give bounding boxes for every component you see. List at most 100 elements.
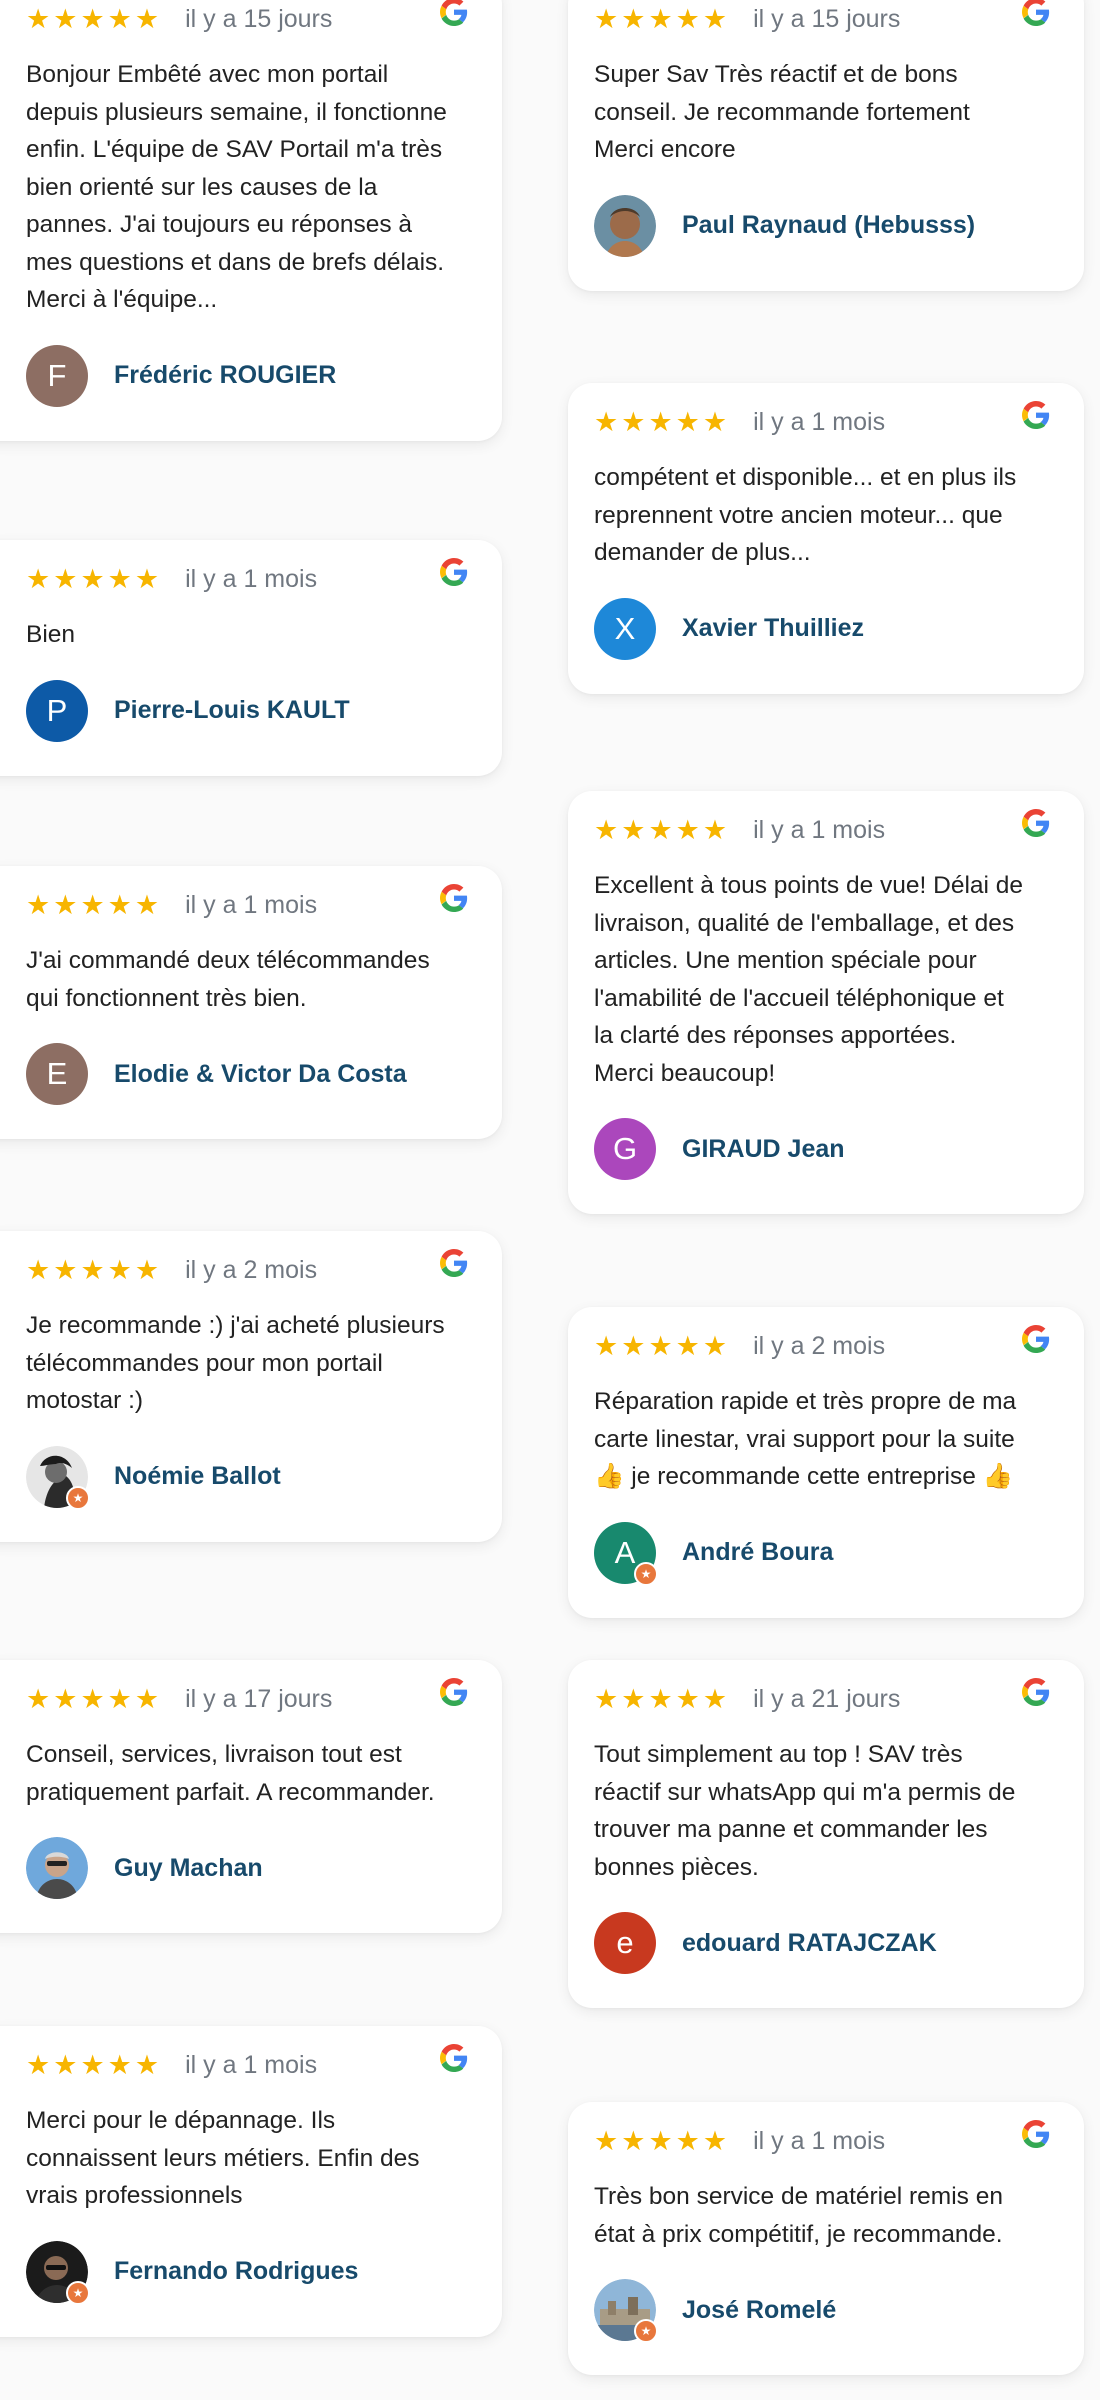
star-icon: ★ xyxy=(26,890,51,920)
avatar[interactable]: P xyxy=(26,679,88,742)
author-name[interactable]: José Romelé xyxy=(682,2296,836,2325)
star-icon: ★ xyxy=(648,815,673,845)
google-icon[interactable] xyxy=(1022,2120,1050,2148)
star-icon: ★ xyxy=(80,1255,105,1285)
avatar[interactable]: E xyxy=(26,1043,88,1105)
review-date: il y a 1 mois xyxy=(753,2127,886,2155)
star-icon: ★ xyxy=(594,2126,619,2156)
author-name[interactable]: Paul Raynaud (Hebusss) xyxy=(682,211,975,240)
star-icon: ★ xyxy=(26,564,51,594)
avatar[interactable] xyxy=(594,194,656,257)
star-rating: ★ ★ ★ ★ ★ xyxy=(594,407,727,437)
local-guide-badge-icon: ★ xyxy=(66,1485,90,1510)
review-date: il y a 1 mois xyxy=(185,891,318,919)
review-text: Bien xyxy=(26,621,76,648)
author-name[interactable]: Xavier Thuilliez xyxy=(682,614,864,643)
review-date: il y a 17 jours xyxy=(185,1685,333,1713)
star-icon: ★ xyxy=(675,407,700,437)
avatar-initial: F xyxy=(47,357,67,393)
review-date: il y a 1 mois xyxy=(185,2051,318,2079)
star-icon: ★ xyxy=(702,1684,728,1714)
star-icon: ★ xyxy=(621,815,646,845)
review-text: J'ai commandé deux télécommandes qui fon… xyxy=(26,947,430,1012)
author-name[interactable]: Guy Machan xyxy=(114,1854,263,1883)
author-name[interactable]: Elodie & Victor Da Costa xyxy=(114,1060,407,1089)
star-icon: ★ xyxy=(53,1255,78,1285)
star-rating: ★ ★ ★ ★ ★ xyxy=(26,890,159,920)
star-rating: ★ ★ ★ ★ ★ xyxy=(594,815,728,845)
author-name[interactable]: André Boura xyxy=(682,1538,833,1567)
author-name[interactable]: Noémie Ballot xyxy=(114,1462,281,1491)
star-icon: ★ xyxy=(134,1255,160,1285)
review-meta: ★ ★ ★ ★ ★ il y a 1 mois xyxy=(594,809,1050,845)
review-text: Très bon service de matériel remis en ét… xyxy=(594,2183,1003,2248)
google-icon[interactable] xyxy=(1022,1325,1050,1353)
review-card: ★ ★ ★ ★ ★ il y a 2 mois Réparation rapide et… xyxy=(568,1307,1084,1618)
star-rating: ★ ★ ★ ★ ★ xyxy=(594,1684,728,1714)
avatar-initial: E xyxy=(46,1056,68,1091)
author-name[interactable]: GIRAUD Jean xyxy=(682,1135,845,1164)
author-name[interactable]: edouard RATAJCZAK xyxy=(682,1929,937,1958)
avatar[interactable]: ★ xyxy=(26,2240,90,2305)
avatar[interactable]: G xyxy=(594,1118,656,1180)
review-author: e edouard RATAJCZAK xyxy=(594,1912,1050,1974)
star-icon: ★ xyxy=(648,407,673,437)
review-author: A ★ André Boura xyxy=(594,1521,1050,1586)
star-icon: ★ xyxy=(621,1331,646,1361)
google-icon[interactable] xyxy=(1022,0,1050,26)
star-icon: ★ xyxy=(702,4,728,34)
star-icon: ★ xyxy=(53,564,78,594)
star-icon: ★ xyxy=(675,4,700,34)
review-meta: ★ ★ ★ ★ ★ il y a 1 mois xyxy=(26,884,468,920)
star-icon: ★ xyxy=(702,815,728,845)
google-icon[interactable] xyxy=(440,558,468,586)
review-author: Paul Raynaud (Hebusss) xyxy=(594,194,1050,257)
review-meta: ★ ★ ★ ★ ★ il y a 21 jours xyxy=(594,1678,1050,1714)
star-icon: ★ xyxy=(594,1331,619,1361)
review-text: Excellent à tous points de vue! Délai de… xyxy=(594,872,1024,1087)
star-icon: ★ xyxy=(675,815,700,845)
google-icon[interactable] xyxy=(1022,401,1050,429)
google-icon[interactable] xyxy=(1022,1678,1050,1706)
review-card: ★ ★ ★ ★ ★ il y a 15 jours Bonjour Embêté ave… xyxy=(0,0,502,441)
avatar[interactable]: ★ xyxy=(594,2279,658,2343)
star-rating: ★ ★ ★ ★ ★ xyxy=(26,4,159,34)
star-icon: ★ xyxy=(675,2126,700,2156)
review-author: F Frédéric ROUGIER xyxy=(26,344,468,407)
local-guide-badge-icon: ★ xyxy=(66,2280,90,2305)
author-name[interactable]: Pierre-Louis KAULT xyxy=(114,696,350,725)
google-icon[interactable] xyxy=(440,884,468,912)
google-icon[interactable] xyxy=(1022,809,1050,837)
google-icon[interactable] xyxy=(440,0,468,26)
star-rating: ★ ★ ★ ★ ★ xyxy=(26,1686,159,1713)
avatar[interactable]: X xyxy=(594,597,656,660)
author-name[interactable]: Fernando Rodrigues xyxy=(114,2257,358,2286)
star-rating: ★ ★ ★ ★ ★ xyxy=(594,2126,727,2156)
review-meta: ★ ★ ★ ★ ★ il y a 15 jours xyxy=(26,0,468,34)
review-meta: ★ ★ ★ ★ ★ il y a 2 mois xyxy=(594,1325,1050,1361)
star-icon: ★ xyxy=(594,815,619,845)
google-icon[interactable] xyxy=(440,1249,468,1277)
review-date: il y a 15 jours xyxy=(753,5,901,33)
star-icon: ★ xyxy=(53,4,78,34)
star-rating: ★ ★ ★ ★ ★ xyxy=(594,1331,727,1361)
avatar[interactable]: F xyxy=(26,344,88,407)
star-icon: ★ xyxy=(621,4,646,34)
star-rating: ★ ★ ★ ★ ★ xyxy=(26,2052,159,2079)
avatar[interactable]: e xyxy=(594,1912,656,1974)
avatar[interactable]: A ★ xyxy=(594,1521,658,1586)
star-icon: ★ xyxy=(675,1331,700,1361)
local-guide-badge-icon: ★ xyxy=(634,1561,658,1586)
star-icon: ★ xyxy=(107,1255,132,1285)
star-icon: ★ xyxy=(594,1684,619,1714)
review-text: Réparation rapide et très propre de ma c… xyxy=(594,1388,1017,1490)
star-icon: ★ xyxy=(80,890,105,920)
star-icon: ★ xyxy=(80,4,105,34)
google-icon[interactable] xyxy=(440,1678,468,1706)
avatar[interactable]: ★ xyxy=(26,1445,90,1510)
review-date: il y a 1 mois xyxy=(185,565,318,593)
author-name[interactable]: Frédéric ROUGIER xyxy=(114,361,336,390)
review-text: Super Sav Très réactif et de bons consei… xyxy=(594,61,970,163)
avatar[interactable] xyxy=(26,1837,88,1899)
google-icon[interactable] xyxy=(440,2044,468,2072)
